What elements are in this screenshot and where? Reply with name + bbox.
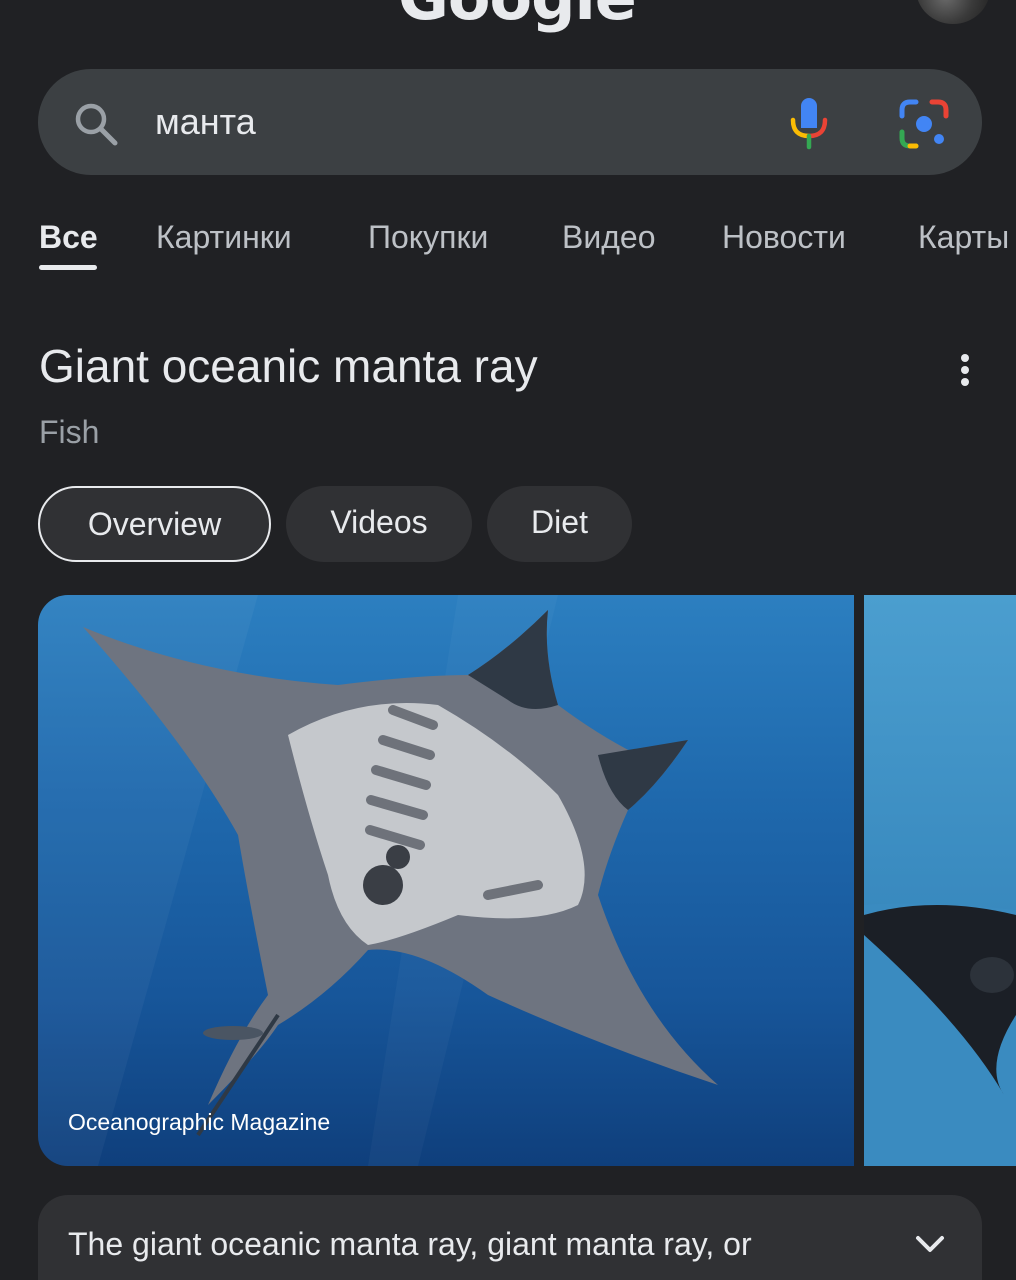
- hamburger-menu-icon[interactable]: [50, 0, 94, 8]
- active-tab-indicator: [39, 265, 97, 270]
- tab-all[interactable]: Все: [39, 215, 98, 259]
- image-credit[interactable]: Oceanographic Magazine: [68, 1107, 330, 1137]
- top-bar: Google: [0, 0, 1016, 60]
- microphone-icon[interactable]: [786, 96, 832, 150]
- chip-overview[interactable]: Overview: [38, 486, 271, 562]
- google-search-results-page: Google манта Все Картинки Покупки Видео …: [0, 0, 1016, 1280]
- tab-shopping[interactable]: Покупки: [368, 215, 488, 259]
- more-options-icon[interactable]: [952, 354, 978, 394]
- chevron-down-icon[interactable]: [910, 1226, 950, 1262]
- chip-videos[interactable]: Videos: [286, 486, 472, 562]
- description-text: The giant oceanic manta ray, giant manta…: [68, 1226, 752, 1262]
- knowledge-panel-title: Giant oceanic manta ray: [39, 340, 538, 392]
- tab-maps[interactable]: Карты: [918, 215, 1009, 259]
- account-avatar[interactable]: [916, 0, 990, 24]
- search-input[interactable]: манта: [155, 100, 256, 144]
- search-icon[interactable]: [72, 100, 120, 148]
- google-logo[interactable]: Google: [398, 0, 637, 36]
- manta-ray-image[interactable]: [38, 595, 854, 1166]
- chip-diet[interactable]: Diet: [487, 486, 632, 562]
- tab-images[interactable]: Картинки: [156, 215, 292, 259]
- manta-ray-illustration: [38, 595, 718, 1166]
- manta-ray-illustration-2: [864, 903, 1016, 1166]
- search-tabs: Все Картинки Покупки Видео Новости Карты: [0, 205, 1016, 275]
- tab-news[interactable]: Новости: [722, 215, 846, 259]
- manta-ray-image-2[interactable]: [864, 595, 1016, 1166]
- google-lens-icon[interactable]: [898, 98, 950, 150]
- knowledge-panel-subtitle: Fish: [39, 414, 100, 450]
- tab-videos[interactable]: Видео: [562, 215, 655, 259]
